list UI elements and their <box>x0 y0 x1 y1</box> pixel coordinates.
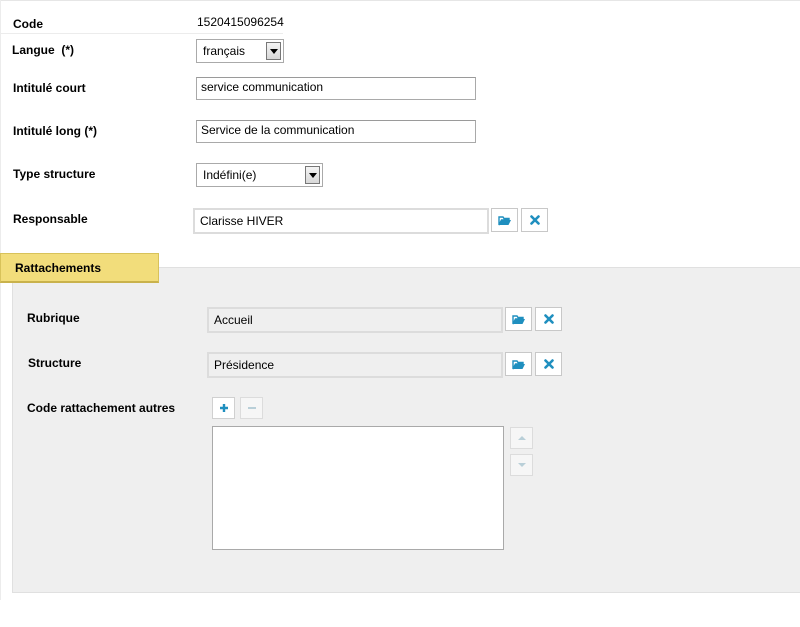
langue-select[interactable]: français <box>196 39 284 63</box>
structure-label: Structure <box>28 356 82 370</box>
plus-icon <box>219 404 228 412</box>
rubrique-clear-button[interactable] <box>535 307 562 331</box>
responsable-clear-button[interactable] <box>521 208 548 232</box>
langue-label: Langue (*) <box>12 43 74 57</box>
type-structure-label: Type structure <box>13 167 96 181</box>
move-up-button[interactable] <box>510 427 533 449</box>
chevron-down-icon[interactable] <box>305 166 320 184</box>
structure-clear-button[interactable] <box>535 352 562 376</box>
intitule-long-label: Intitulé long (*) <box>13 124 97 138</box>
code-rattachement-label: Code rattachement autres <box>27 401 176 415</box>
top-border <box>0 0 800 1</box>
type-structure-select[interactable]: Indéfini(e) <box>196 163 323 187</box>
rubrique-label: Rubrique <box>27 311 80 325</box>
responsable-browse-button[interactable] <box>491 208 518 232</box>
add-code-button[interactable] <box>212 397 235 419</box>
chevron-down-icon[interactable] <box>266 42 281 60</box>
folder-open-icon <box>511 359 525 369</box>
rubrique-browse-button[interactable] <box>505 307 532 331</box>
move-down-button[interactable] <box>510 454 533 476</box>
close-icon <box>543 359 554 369</box>
close-icon <box>543 314 554 324</box>
intitule-court-input[interactable]: service communication <box>196 77 476 100</box>
responsable-field[interactable]: Clarisse HIVER <box>193 208 489 234</box>
arrow-down-icon <box>517 463 526 467</box>
code-label: Code <box>13 17 43 31</box>
structure-browse-button[interactable] <box>505 352 532 376</box>
intitule-court-label: Intitulé court <box>13 81 86 95</box>
left-border <box>0 0 1 600</box>
minus-icon <box>247 407 256 409</box>
langue-selected-value: français <box>203 44 246 58</box>
structure-field[interactable]: Présidence <box>207 352 503 378</box>
intitule-long-input[interactable]: Service de la communication <box>196 120 476 143</box>
close-icon <box>529 215 540 225</box>
folder-open-icon <box>511 314 525 324</box>
folder-open-icon <box>497 215 511 225</box>
code-rattachement-list[interactable] <box>212 426 504 550</box>
rubrique-field[interactable]: Accueil <box>207 307 503 333</box>
type-structure-selected-value: Indéfini(e) <box>203 168 257 182</box>
code-row-divider <box>0 33 283 34</box>
remove-code-button[interactable] <box>240 397 263 419</box>
responsable-label: Responsable <box>13 212 88 226</box>
code-value: 1520415096254 <box>197 15 284 29</box>
arrow-up-icon <box>517 436 526 440</box>
tab-rattachements[interactable]: Rattachements <box>0 253 159 283</box>
